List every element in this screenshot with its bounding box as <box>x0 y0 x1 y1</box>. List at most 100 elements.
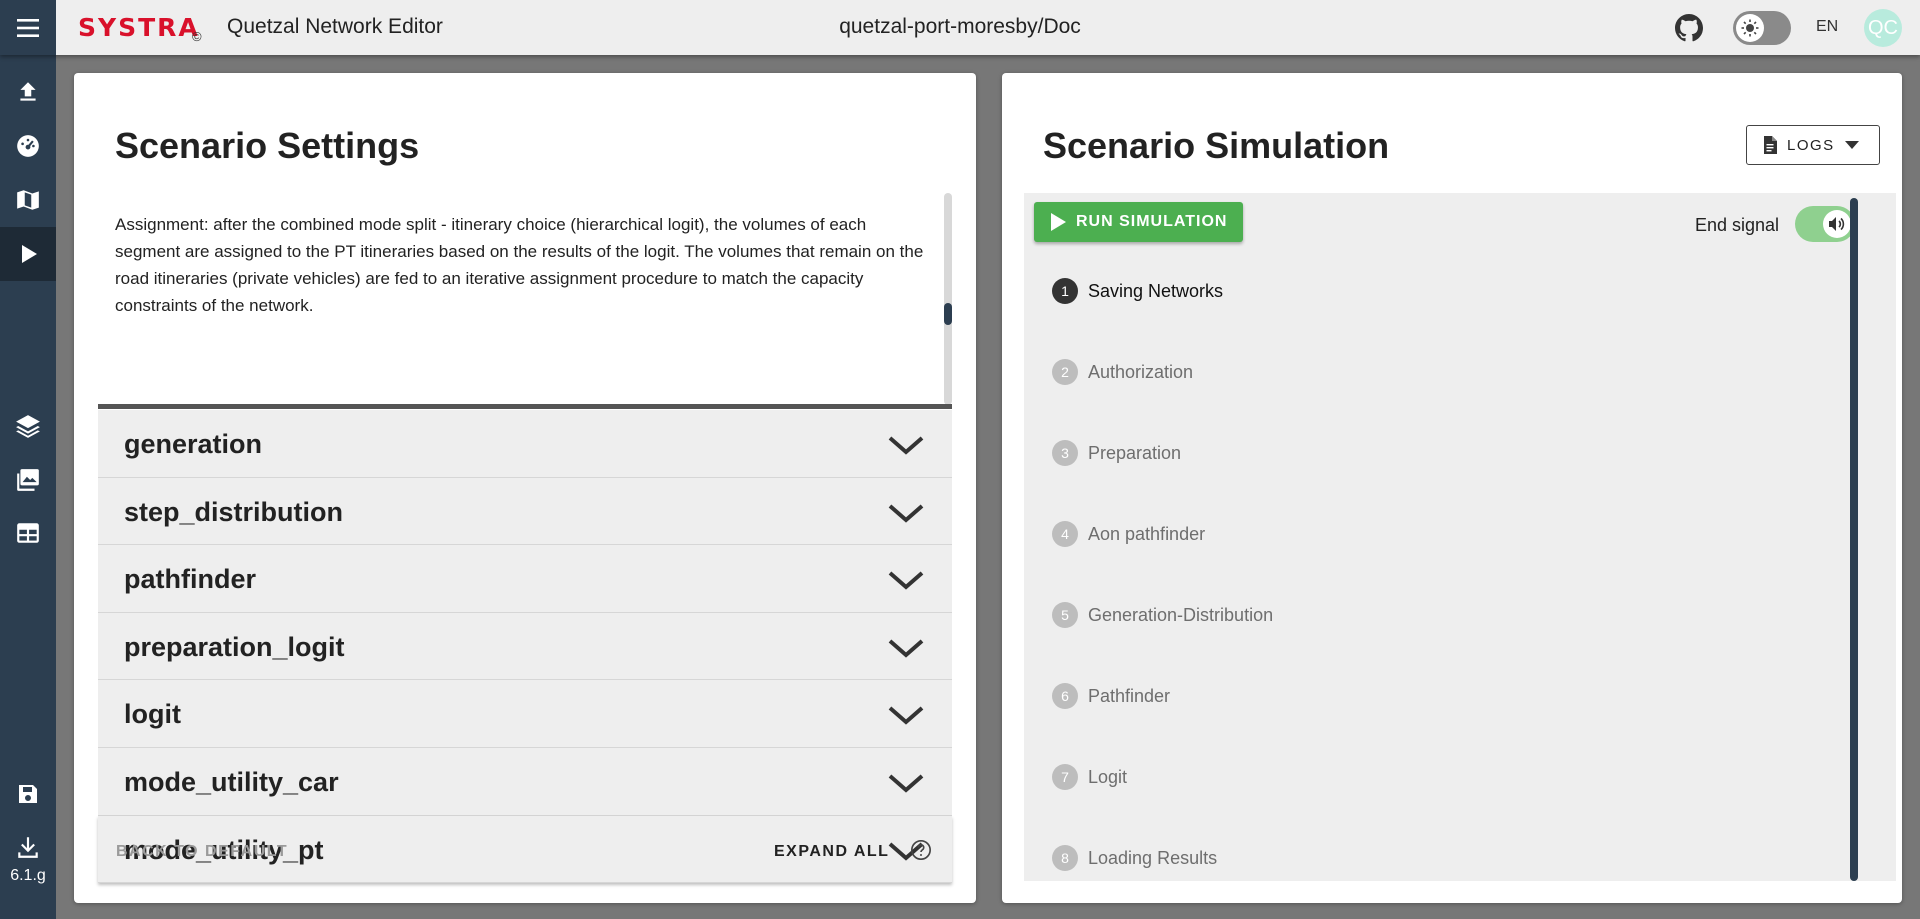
scenario-simulation-panel: Scenario Simulation LOGS RUN SIMULATION … <box>1002 73 1902 903</box>
sidebar-item-export[interactable] <box>0 820 56 874</box>
sidebar: 6.1.g <box>0 55 56 919</box>
end-signal-label: End signal <box>1695 215 1780 235</box>
accordion-label: logit <box>124 699 181 730</box>
step-label: Aon pathfinder <box>1088 523 1206 544</box>
chevron-down-icon <box>888 571 924 590</box>
step-pathfinder: 6 Pathfinder <box>1052 682 1170 710</box>
simulation-title: Scenario Simulation <box>1043 125 1390 166</box>
simulation-area: RUN SIMULATION End signal 1 Saving Netwo… <box>1024 193 1896 881</box>
description-divider <box>98 404 952 409</box>
theme-toggle[interactable] <box>1733 11 1791 45</box>
settings-description-box[interactable]: Assignment: after the combined mode spli… <box>98 193 952 408</box>
settings-accordion: generation step_distribution pathfinder … <box>98 410 952 884</box>
step-label: Pathfinder <box>1088 685 1171 706</box>
gallery-icon <box>17 469 39 491</box>
accordion-label: step_distribution <box>124 496 344 527</box>
menu-button[interactable] <box>0 0 56 55</box>
map-icon <box>17 190 39 210</box>
sidebar-item-import[interactable] <box>0 65 56 119</box>
accordion-item-logit[interactable]: logit <box>98 680 952 748</box>
step-loading-results: 8 Loading Results <box>1052 844 1217 872</box>
help-icon[interactable] <box>910 839 932 861</box>
step-label: Saving Networks <box>1088 280 1224 301</box>
app-title: Quetzal Network Editor <box>227 15 443 38</box>
sidebar-item-dashboard[interactable] <box>0 119 56 173</box>
accordion-label: mode_utility_car <box>124 766 339 797</box>
volume-icon <box>1829 217 1845 231</box>
expand-all-button[interactable]: EXPAND ALL <box>774 843 889 861</box>
app-version: 6.1.g <box>10 867 46 884</box>
step-number: 6 <box>1052 683 1078 709</box>
accordion-label: preparation_logit <box>124 631 345 662</box>
step-label: Authorization <box>1088 361 1194 382</box>
settings-description: Assignment: after the combined mode spli… <box>115 215 924 315</box>
step-label: Logit <box>1088 766 1128 787</box>
github-icon[interactable] <box>1675 14 1703 42</box>
accordion-item-step-distribution[interactable]: step_distribution <box>98 477 952 546</box>
logs-button[interactable]: LOGS <box>1746 125 1880 165</box>
save-icon <box>19 785 37 803</box>
chevron-down-icon <box>888 706 924 726</box>
step-label: Preparation <box>1088 442 1182 463</box>
step-number: 4 <box>1052 521 1078 547</box>
step-aon-pathfinder: 4 Aon pathfinder <box>1052 520 1205 548</box>
step-number: 5 <box>1052 602 1078 628</box>
sidebar-item-gallery[interactable] <box>0 453 56 507</box>
step-preparation: 3 Preparation <box>1052 439 1181 467</box>
language-selector[interactable]: EN <box>1816 18 1838 36</box>
step-number: 7 <box>1052 764 1078 790</box>
chevron-down-icon <box>888 639 924 658</box>
sidebar-item-save[interactable] <box>0 767 56 821</box>
download-icon <box>18 837 38 858</box>
description-scrollbar-thumb[interactable] <box>944 303 952 325</box>
sidebar-item-layers[interactable] <box>0 399 56 453</box>
step-label: Loading Results <box>1088 847 1218 868</box>
accordion-item-preparation-logit[interactable]: preparation_logit <box>98 612 952 681</box>
step-authorization: 2 Authorization <box>1052 358 1193 386</box>
table-icon <box>17 523 39 543</box>
description-scrollbar[interactable] <box>944 193 952 405</box>
chevron-down-icon <box>888 504 924 523</box>
run-simulation-label: RUN SIMULATION <box>1076 213 1228 230</box>
step-number: 2 <box>1052 359 1078 385</box>
step-number: 8 <box>1052 845 1078 871</box>
copyright-mark: © <box>192 29 202 44</box>
chevron-down-icon <box>888 436 924 455</box>
theme-toggle-knob <box>1736 14 1764 42</box>
run-simulation-button[interactable]: RUN SIMULATION <box>1034 202 1243 242</box>
scenario-settings-panel: Scenario Settings Assignment: after the … <box>74 73 976 903</box>
top-bar: SYSTRA © Quetzal Network Editor quetzal-… <box>0 0 1920 55</box>
chevron-down-icon <box>888 774 924 793</box>
systra-logo: SYSTRA <box>78 13 200 42</box>
accordion-item-pathfinder[interactable]: pathfinder <box>98 545 952 613</box>
accordion-label: pathfinder <box>124 564 256 595</box>
accordion-item-generation[interactable]: generation <box>98 410 952 478</box>
step-logit: 7 Logit <box>1052 763 1127 791</box>
accordion-label: generation <box>124 429 263 459</box>
document-icon <box>1764 136 1777 154</box>
settings-title: Scenario Settings <box>115 125 420 166</box>
layers-icon <box>16 415 40 438</box>
play-icon <box>1051 213 1066 231</box>
step-saving-networks: 1 Saving Networks <box>1052 277 1223 305</box>
simulation-scrollbar[interactable] <box>1850 198 1858 881</box>
upload-icon <box>20 82 36 101</box>
end-signal-toggle-knob <box>1823 210 1851 238</box>
sidebar-item-run[interactable] <box>0 227 56 281</box>
step-label: Generation-Distribution <box>1088 604 1274 625</box>
user-avatar[interactable]: QC <box>1864 9 1902 47</box>
sidebar-item-table[interactable] <box>0 506 56 560</box>
step-generation-distribution: 5 Generation-Distribution <box>1052 601 1273 629</box>
hamburger-icon <box>17 18 39 37</box>
brightness-icon <box>1741 19 1759 37</box>
sidebar-item-map[interactable] <box>0 173 56 227</box>
step-number: 1 <box>1052 278 1078 304</box>
logs-label: LOGS <box>1787 136 1835 154</box>
back-to-default-button[interactable]: BACK TO DEFAULT <box>116 843 288 861</box>
dashboard-icon <box>17 135 39 157</box>
end-signal-toggle[interactable] <box>1795 206 1855 242</box>
caret-down-icon <box>1844 141 1859 149</box>
accordion-item-mode-utility-car[interactable]: mode_utility_car <box>98 747 952 816</box>
step-number: 3 <box>1052 440 1078 466</box>
run-icon <box>22 245 37 263</box>
